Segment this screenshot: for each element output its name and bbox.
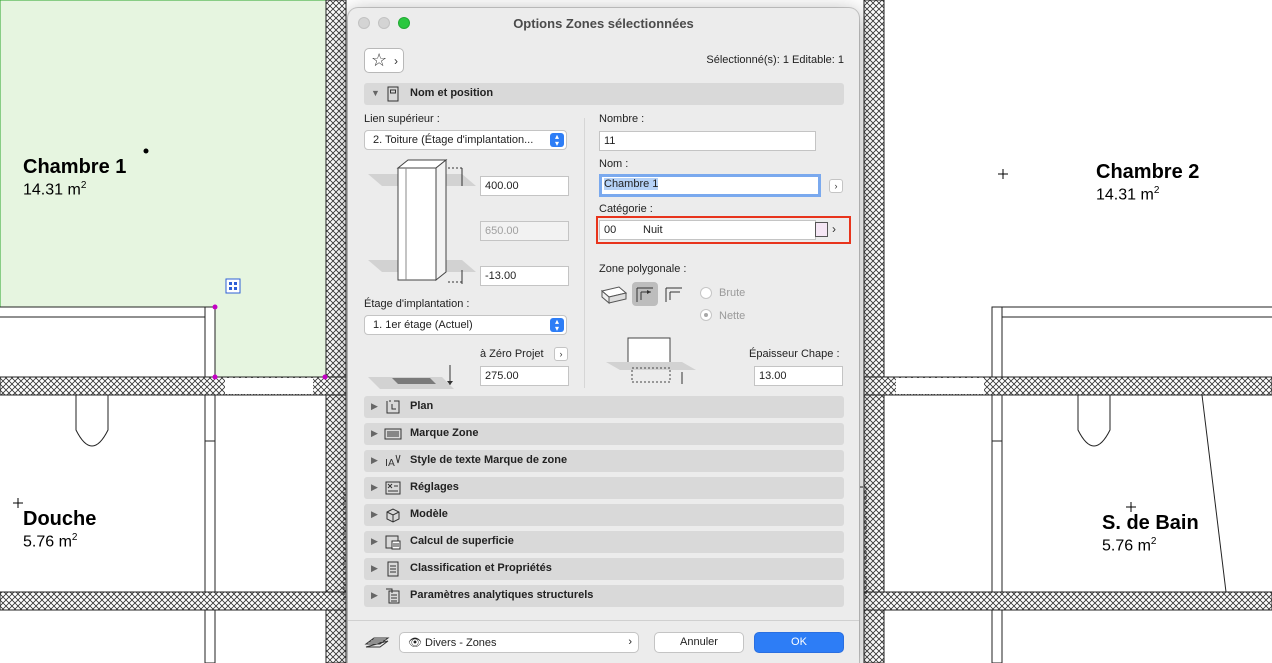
zone-stamp-icon bbox=[225, 278, 241, 294]
zone-height-diagram bbox=[368, 158, 476, 284]
zero-ref-field[interactable]: 275.00 bbox=[480, 366, 569, 386]
text-style-icon: IA bbox=[385, 454, 401, 469]
disclosure-right-icon: ▶ bbox=[371, 428, 378, 438]
star-icon: ☆ bbox=[371, 50, 388, 70]
room-label-chambre-1: Chambre 1 14.31 m2 bbox=[23, 156, 127, 199]
model-icon bbox=[386, 508, 400, 523]
section-calcul-superficie[interactable]: ▶ Calcul de superficie bbox=[364, 531, 844, 553]
ok-button[interactable]: OK bbox=[754, 632, 844, 653]
plan-icon bbox=[386, 400, 400, 414]
reference-level-icon bbox=[368, 365, 454, 389]
selection-info: Sélectionné(s): 1 Editable: 1 bbox=[706, 54, 844, 66]
category-field[interactable]: 00 Nuit bbox=[599, 220, 816, 240]
number-field[interactable]: 11 bbox=[599, 131, 816, 151]
gross-radio-label: Brute bbox=[719, 287, 746, 299]
net-radio[interactable] bbox=[700, 309, 712, 321]
height-field: 650.00 bbox=[480, 221, 569, 241]
column-divider bbox=[584, 118, 585, 388]
name-field[interactable]: Chambre 1 bbox=[599, 174, 821, 197]
home-story-label: Étage d'implantation : bbox=[364, 298, 470, 310]
disclosure-down-icon: ▼ bbox=[371, 88, 380, 98]
net-polygon-icon bbox=[636, 287, 653, 302]
section-nom-et-position[interactable]: ▼ Nom et position bbox=[364, 83, 844, 105]
wall bbox=[863, 591, 1272, 611]
category-color-swatch[interactable] bbox=[815, 222, 828, 237]
settings-icon bbox=[385, 481, 401, 495]
screed-field[interactable]: 13.00 bbox=[754, 366, 843, 386]
section-parametres-structurels[interactable]: ▶ Paramètres analytiques structurels bbox=[364, 585, 844, 607]
select-stepper-icon: ▴ ▾ bbox=[550, 318, 564, 333]
disclosure-right-icon: ▶ bbox=[371, 509, 378, 519]
svg-text:IA: IA bbox=[385, 458, 395, 469]
room-label-douche: Douche 5.76 m2 bbox=[23, 508, 97, 551]
zero-ref-chevron-icon[interactable]: › bbox=[554, 347, 568, 361]
chevron-right-icon: › bbox=[628, 636, 632, 648]
home-story-select[interactable]: 1. 1er étage (Actuel) ▴ ▾ bbox=[364, 315, 567, 335]
favorites-select[interactable]: 👁 Divers - Zones › bbox=[399, 632, 639, 653]
screed-diagram bbox=[606, 337, 696, 384]
layers-icon[interactable] bbox=[364, 634, 390, 652]
gross-polygon-icon[interactable] bbox=[599, 283, 629, 305]
zone-stamp-icon bbox=[384, 428, 402, 440]
disclosure-right-icon: ▶ bbox=[371, 563, 378, 573]
disclosure-right-icon: ▶ bbox=[371, 455, 378, 465]
favorites-button[interactable]: ☆ › bbox=[364, 48, 404, 73]
selection-handle bbox=[212, 304, 218, 310]
section-style-texte[interactable]: ▶ IA Style de texte Marque de zone bbox=[364, 450, 844, 472]
section-modele[interactable]: ▶ Modèle bbox=[364, 504, 844, 526]
section-reglages[interactable]: ▶ Réglages bbox=[364, 477, 844, 499]
section-plan[interactable]: ▶ Plan bbox=[364, 396, 844, 418]
polygon-label: Zone polygonale : bbox=[599, 263, 687, 275]
top-offset-field[interactable]: 400.00 bbox=[480, 176, 569, 196]
wall bbox=[0, 591, 347, 611]
name-chevron-icon[interactable]: › bbox=[829, 179, 843, 193]
name-label: Nom : bbox=[599, 158, 629, 170]
cancel-button[interactable]: Annuler bbox=[654, 632, 744, 653]
room-label-chambre-2: Chambre 2 14.31 m2 bbox=[1096, 161, 1200, 204]
dialog-title: Options Zones sélectionnées bbox=[513, 16, 694, 31]
net-polygon-toggle[interactable] bbox=[632, 282, 658, 306]
gross-radio[interactable] bbox=[700, 287, 712, 299]
select-stepper-icon: ▴ ▾ bbox=[550, 133, 564, 148]
section-classification[interactable]: ▶ Classification et Propriétés bbox=[364, 558, 844, 580]
bottom-offset-field[interactable]: -13.00 bbox=[480, 266, 569, 286]
chevron-right-icon: › bbox=[394, 54, 398, 68]
top-link-select[interactable]: 2. Toiture (Étage d'implantation... ▴ ▾ bbox=[364, 130, 567, 150]
title-bar[interactable]: Options Zones sélectionnées bbox=[348, 8, 859, 38]
category-label: Catégorie : bbox=[599, 203, 653, 215]
disclosure-right-icon: ▶ bbox=[371, 536, 378, 546]
zero-ref-label: à Zéro Projet bbox=[480, 348, 544, 360]
room-label-salle-de-bain: S. de Bain 5.76 m2 bbox=[1102, 512, 1199, 555]
eye-icon: 👁 bbox=[408, 637, 422, 649]
category-chevron-icon[interactable]: › bbox=[832, 222, 836, 236]
classification-icon bbox=[387, 561, 399, 577]
number-label: Nombre : bbox=[599, 113, 645, 125]
section-marque-zone[interactable]: ▶ Marque Zone bbox=[364, 423, 844, 445]
net-radio-label: Nette bbox=[719, 310, 746, 322]
wall bbox=[325, 0, 347, 663]
disclosure-right-icon: ▶ bbox=[371, 401, 378, 411]
disclosure-right-icon: ▶ bbox=[371, 590, 378, 600]
structural-icon bbox=[386, 588, 400, 604]
wall bbox=[863, 0, 885, 663]
disclosure-right-icon: ▶ bbox=[371, 482, 378, 492]
name-position-icon bbox=[387, 86, 399, 102]
area-calc-icon bbox=[385, 535, 401, 550]
top-link-label: Lien supérieur : bbox=[364, 113, 440, 125]
zone-settings-dialog: Options Zones sélectionnées ☆ › Sélection… bbox=[348, 8, 859, 663]
reduced-polygon-icon bbox=[665, 287, 682, 302]
screed-label: Épaisseur Chape : bbox=[749, 348, 840, 360]
selection-handle bbox=[322, 374, 328, 380]
selection-handle bbox=[212, 374, 218, 380]
footer-separator bbox=[348, 620, 859, 621]
reduced-polygon-toggle[interactable] bbox=[661, 282, 687, 306]
